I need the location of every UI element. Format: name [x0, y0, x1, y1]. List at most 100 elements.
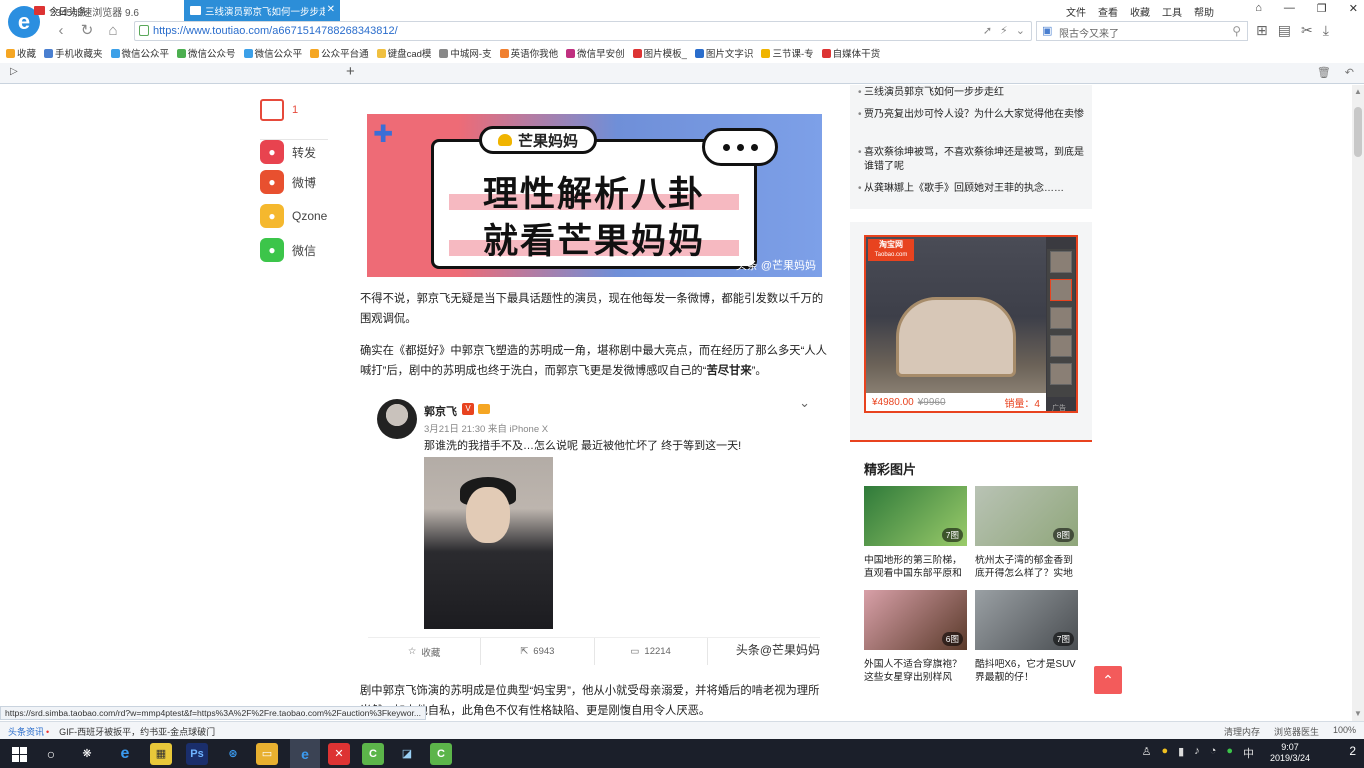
input-icon[interactable]: ◔ — [1210, 745, 1217, 761]
taobao-ad[interactable]: 淘宝网 Taobao.com ¥4980.00 ¥9960 销量：4 广告 — [850, 222, 1092, 440]
close-window-button[interactable]: ✕ — [1349, 2, 1358, 15]
home-icon[interactable]: ⌂ — [104, 22, 122, 40]
related-article-link[interactable]: 喜欢蔡徐坤被骂，不喜欢蔡徐坤还是被骂，到底是谁错了呢 — [858, 146, 1086, 174]
cortana-icon[interactable]: ○ — [40, 743, 62, 765]
download-icon[interactable]: ⤓ — [1323, 22, 1329, 39]
menu-help[interactable]: 帮助 — [1194, 4, 1214, 19]
picture-card[interactable]: 6图 外国人不适合穿旗袍？这些女星穿出别样风 — [864, 590, 967, 684]
tray-app-icon[interactable]: ● — [1161, 745, 1168, 761]
flash-icon[interactable]: ⚡ — [1000, 24, 1008, 37]
picture-thumbnail[interactable]: 8图 — [975, 486, 1078, 546]
wechat-tray-icon[interactable]: ● — [1226, 745, 1233, 761]
ad-thumbnail[interactable] — [1050, 307, 1072, 329]
weibo-photo[interactable] — [424, 457, 553, 629]
browser-doctor-button[interactable]: 浏览器医生 — [1274, 725, 1319, 738]
share-repost-button[interactable]: ● 转发 — [260, 140, 316, 164]
search-box[interactable]: ▣ 限古今又来了 ⚲ — [1036, 21, 1248, 41]
zoom-level[interactable]: 100% — [1333, 725, 1356, 738]
ad-thumbnail[interactable] — [1050, 363, 1072, 385]
related-article-link[interactable]: 三线演员郭京飞如何一步步走红 — [858, 86, 1086, 100]
share-qzone-button[interactable]: ● Qzone — [260, 204, 327, 228]
xmind-icon[interactable]: ✕ — [328, 743, 350, 765]
search-engine-icon[interactable]: ▣ — [1042, 24, 1052, 37]
bookmark-item[interactable]: 英语你我他 — [499, 46, 558, 60]
comment-button[interactable]: 1 — [260, 99, 298, 121]
menu-view[interactable]: 查看 — [1098, 4, 1118, 19]
ie-icon[interactable]: e — [114, 743, 136, 765]
ad-info[interactable]: ¥4980.00 ¥9960 销量：4 — [866, 393, 1046, 411]
task-view-icon[interactable]: ❋ — [76, 743, 98, 765]
search-placeholder[interactable]: 限古今又来了 — [1059, 25, 1119, 40]
scroll-down-icon[interactable]: ▼ — [1354, 709, 1362, 718]
news-ticker[interactable]: GIF-西班牙被扳平，约书亚-金点球破门 — [59, 725, 215, 738]
ad-product-image[interactable] — [866, 237, 1046, 397]
bookmark-item[interactable]: 三节课-专 — [761, 46, 814, 60]
apps-icon[interactable]: ⊞ — [1256, 22, 1268, 39]
scroll-up-icon[interactable]: ▲ — [1354, 87, 1362, 96]
ad-thumbnail[interactable] — [1050, 335, 1072, 357]
picture-caption[interactable]: 中国地形的第三阶梯，直观看中国东部平原和 — [864, 554, 967, 580]
bookmark-item[interactable]: 微信早安创 — [566, 46, 625, 60]
menu-favorites[interactable]: 收藏 — [1130, 4, 1150, 19]
picture-thumbnail[interactable]: 7图 — [864, 486, 967, 546]
comment-button[interactable]: ▭ 12214 — [595, 638, 708, 665]
bookmark-item[interactable]: 键盘cad模 — [376, 46, 431, 60]
browser-2345-icon[interactable]: e — [294, 743, 316, 765]
chevron-down-icon[interactable]: ⌄ — [799, 395, 810, 411]
network-icon[interactable]: ▮ — [1178, 745, 1184, 761]
back-icon[interactable]: ‹ — [52, 22, 70, 40]
share-weibo-button[interactable]: ● 微博 — [260, 170, 316, 194]
picture-caption[interactable]: 酷抖吧X6，它才是SUV界最靓的仔！ — [975, 658, 1078, 684]
avatar[interactable] — [377, 399, 417, 439]
trash-icon[interactable]: 🗑 — [1317, 66, 1331, 79]
refresh-icon[interactable]: ↻ — [78, 22, 96, 40]
bookmark-item[interactable]: 微信公众平 — [110, 46, 169, 60]
undo-icon[interactable]: ↶ — [1345, 66, 1354, 79]
ad-thumbnail[interactable] — [1050, 251, 1072, 273]
close-tab-icon[interactable]: ✕ — [327, 4, 335, 15]
share-wechat-button[interactable]: ● 微信 — [260, 238, 316, 262]
address-bar[interactable]: https://www.toutiao.com/a667151478826834… — [134, 21, 1032, 41]
minimize-button[interactable]: — — [1284, 2, 1295, 15]
notification-center-icon[interactable]: 2 — [1349, 744, 1356, 758]
url-text[interactable]: https://www.toutiao.com/a667151478826834… — [153, 25, 398, 37]
bookmark-item[interactable]: 图片文字识 — [694, 46, 753, 60]
person-icon[interactable]: ♙ — [1142, 745, 1152, 761]
back-to-top-button[interactable]: ⌃ — [1094, 666, 1122, 694]
file-explorer-icon[interactable]: ▭ — [256, 743, 278, 765]
tab-toutiao[interactable]: 今日头条 — [28, 0, 178, 21]
ad-frame[interactable]: 淘宝网 Taobao.com ¥4980.00 ¥9960 销量：4 广告 — [864, 235, 1078, 413]
weibo-username[interactable]: 郭京飞 — [424, 403, 457, 419]
tab-expand-icon[interactable]: ▷ — [10, 66, 18, 77]
app-icon[interactable]: ◪ — [396, 743, 418, 765]
page-scrollbar[interactable]: ▲ ▼ — [1352, 85, 1364, 721]
dropdown-icon[interactable]: ⌄ — [1016, 24, 1025, 37]
bookmark-item[interactable]: 图片模板_ — [632, 46, 687, 60]
picture-caption[interactable]: 杭州太子湾的郁金香到底开得怎么样了？实地 — [975, 554, 1078, 580]
news-link[interactable]: 头条资讯 — [8, 725, 49, 738]
bookmark-item[interactable]: 微信公众号 — [177, 46, 236, 60]
camtasia-icon[interactable]: C — [362, 743, 384, 765]
reader-icon[interactable]: ▤ — [1278, 22, 1291, 39]
ime-icon[interactable]: 中 — [1243, 745, 1254, 761]
bookmark-item[interactable]: 手机收藏夹 — [44, 46, 103, 60]
bookmark-item[interactable]: 自媒体干货 — [821, 46, 880, 60]
repost-button[interactable]: ⇱ 6943 — [481, 638, 595, 665]
bookmark-item[interactable]: 收藏 — [6, 46, 36, 60]
bookmark-item[interactable]: 公众平台通 — [310, 46, 369, 60]
rocket-icon[interactable]: ➚ — [983, 24, 992, 37]
picture-card[interactable]: 8图杭州太子湾的郁金香到底开得怎么样了？实地 — [975, 486, 1078, 580]
notepad-icon[interactable]: ▦ — [150, 743, 172, 765]
camtasia-recorder-icon[interactable]: C — [430, 743, 452, 765]
picture-thumbnail[interactable]: 7图 — [975, 590, 1078, 650]
picture-card[interactable]: 7图中国地形的第三阶梯，直观看中国东部平原和 — [864, 486, 967, 580]
bookmark-item[interactable]: 微信公众平 — [243, 46, 302, 60]
favorite-button[interactable]: ☆ 收藏 — [368, 638, 482, 665]
search-icon[interactable]: ⚲ — [1232, 24, 1241, 38]
skin-icon[interactable]: ⌂ — [1255, 2, 1262, 15]
new-tab-button[interactable]: + — [346, 63, 355, 80]
volume-icon[interactable]: ♪ — [1194, 745, 1200, 761]
app-icon[interactable]: ⊛ — [222, 743, 244, 765]
taskbar-clock[interactable]: 9:07 2019/3/24 — [1260, 742, 1320, 764]
picture-card[interactable]: 7图酷抖吧X6，它才是SUV界最靓的仔！ — [975, 590, 1078, 684]
